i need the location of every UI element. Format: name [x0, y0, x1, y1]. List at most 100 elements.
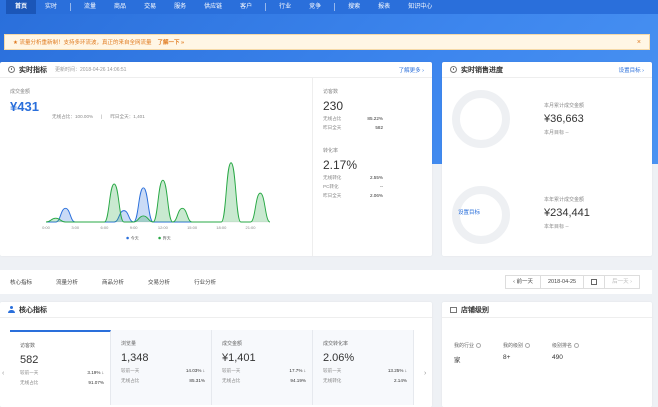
payment-mini-stats: 无线占比：100.00% | 昨日全天：1,401: [52, 114, 145, 120]
store-stats: 我的行业 家 我的级别 8+ 级别排名 490: [454, 342, 580, 364]
nav-item-competition[interactable]: 竞争: [300, 0, 330, 14]
help-icon[interactable]: [476, 343, 482, 349]
notice-bar: ★ 流量分析重新制！支持多环流波，真正的来自全网流量 了解一下 » ×: [4, 34, 650, 50]
year-progress: 本年累计成交金额 ¥234,441 本年目标 --: [544, 196, 590, 230]
scroll-right-icon[interactable]: ›: [424, 370, 426, 377]
set-target-button[interactable]: 设置目标: [458, 208, 480, 216]
nav-item-knowledge[interactable]: 知识中心: [399, 0, 441, 14]
yesterday-total: 昨日全天：1,401: [110, 114, 145, 119]
tab-traffic[interactable]: 流量分析: [56, 278, 78, 286]
realtime-title: 实时指标: [19, 66, 47, 74]
notice-text: ★ 流量分析重新制！支持多环流波，真正的来自全网流量: [13, 40, 152, 46]
next-day-button[interactable]: 后一天 ›: [605, 276, 639, 288]
notice-link[interactable]: 了解一下 »: [157, 38, 184, 46]
store-icon: [450, 306, 457, 313]
year-label: 本年累计成交金额: [544, 197, 585, 203]
set-target-link[interactable]: 设置目标 ›: [619, 66, 644, 74]
conversion-row: 昨日全天 2.06%: [323, 193, 383, 198]
sales-title: 实时销售进度: [461, 66, 503, 74]
nav-item-goods[interactable]: 商品: [105, 0, 135, 14]
close-icon[interactable]: ×: [637, 39, 641, 46]
store-level-card: 店铺级别 我的行业 家 我的级别 8+ 级别排名 490: [442, 302, 652, 407]
prev-day-button[interactable]: ‹ 前一天: [506, 276, 541, 288]
date-value[interactable]: 2018-04-25: [541, 276, 585, 288]
nav-item-search[interactable]: 搜索: [339, 0, 369, 14]
metric-row: 访客数 582 较前一天 3.19% ↓ 无线占比 91.07% 浏览量 1,348…: [10, 330, 414, 405]
date-picker: ‹ 前一天 2018-04-25 后一天 ›: [505, 275, 640, 289]
core-header: 核心指标: [0, 302, 432, 318]
visitors-row: 昨日全天 582: [323, 125, 383, 130]
legend-marker: [158, 236, 161, 240]
metric-payment[interactable]: 成交金额 ¥1,401 较前一天 17.7% ↓ 无线占比 94.19%: [212, 330, 313, 405]
sales-progress-card: 实时销售进度 设置目标 › 本月累计成交金额 ¥36,663 本月目标 -- 设…: [442, 62, 652, 256]
help-icon[interactable]: [574, 343, 580, 349]
tab-industry[interactable]: 行业分析: [194, 278, 216, 286]
payment-summary: 成交金额 ¥431: [10, 88, 39, 114]
tab-core[interactable]: 核心指标: [10, 278, 32, 286]
nav-item-realtime[interactable]: 实时: [36, 0, 66, 14]
nav-item-service[interactable]: 服务: [165, 0, 195, 14]
x-tick-label: 3:00: [71, 225, 80, 230]
learn-more-link[interactable]: 了解更多 ›: [399, 66, 424, 74]
series-area-1: [46, 162, 270, 222]
nav-item-traffic[interactable]: 流量: [75, 0, 105, 14]
conversion-label: 转化率: [323, 148, 339, 154]
metric-pageviews[interactable]: 浏览量 1,348 较前一天 14.03% ↓ 无线占比 85.31%: [111, 330, 212, 405]
nav-divider: [334, 3, 336, 11]
month-label: 本月累计成交金额: [544, 103, 585, 109]
mini-divider: |: [101, 114, 103, 119]
year-value: ¥234,441: [544, 207, 590, 219]
conversion-row: PC转化 --: [323, 184, 383, 189]
nav-divider: [265, 3, 267, 11]
realtime-side-stats: 访客数 230 无线占比 85.22% 昨日全天 582 转化率 2.17% 无线转…: [312, 78, 432, 256]
nav-item-home[interactable]: 首页: [6, 0, 37, 14]
store-header: 店铺级别: [442, 302, 652, 318]
visitors-row: 无线占比 85.22%: [323, 116, 383, 121]
scroll-left-icon[interactable]: ‹: [2, 370, 4, 377]
calendar-button[interactable]: [584, 276, 606, 288]
tab-trade[interactable]: 交易分析: [148, 278, 170, 286]
calendar-icon: [591, 278, 598, 285]
visitors-label: 访客数: [323, 89, 339, 95]
clock-icon: [8, 66, 15, 73]
legend-label: 昨天: [163, 235, 171, 241]
nav-divider: [70, 3, 72, 11]
payment-value: ¥431: [10, 99, 39, 114]
payment-label: 成交金额: [10, 89, 31, 95]
conversion-value: 2.17%: [323, 158, 358, 172]
x-tick-label: 9:00: [130, 225, 139, 230]
conversion-row: 无线转化 2.55%: [323, 175, 383, 180]
nav-item-supply[interactable]: 供应链: [195, 0, 231, 14]
realtime-card: 实时指标 更新时间：2018-04-26 14:06:51 了解更多 › 成交金…: [0, 62, 432, 256]
core-title: 核心指标: [19, 306, 47, 314]
help-icon[interactable]: [525, 343, 531, 349]
month-progress: 本月累计成交金额 ¥36,663 本月目标 --: [544, 102, 584, 136]
analysis-tabs: 核心指标 流量分析 商品分析 交易分析 行业分析 ‹ 前一天 2018-04-2…: [0, 270, 652, 294]
nav-item-trade[interactable]: 交易: [135, 0, 165, 14]
nav-item-customer[interactable]: 客户: [231, 0, 261, 14]
clock-icon: [450, 66, 457, 73]
year-target: 本年目标 --: [544, 224, 569, 230]
metric-visitors[interactable]: 访客数 582 较前一天 3.19% ↓ 无线占比 91.07%: [10, 330, 111, 405]
realtime-chart: 0:00 3:00 6:00 9:00 12:00 15:00 18:00 21:00 今天 昨天: [42, 162, 271, 241]
x-tick-label: 0:00: [42, 225, 51, 230]
core-metrics-card: 核心指标 ‹ › 访客数 582 较前一天 3.19% ↓ 无线占比 91.07% …: [0, 302, 432, 407]
store-title: 店铺级别: [461, 306, 489, 314]
nav-item-industry[interactable]: 行业: [270, 0, 300, 14]
people-icon: [8, 306, 15, 313]
store-level: 我的级别 8+: [503, 342, 531, 364]
x-tick-label: 21:00: [246, 225, 257, 230]
x-tick-label: 15:00: [187, 225, 198, 230]
store-industry: 我的行业 家: [454, 342, 482, 364]
visitors-value: 230: [323, 99, 344, 113]
month-value: ¥36,663: [544, 113, 584, 125]
tab-goods[interactable]: 商品分析: [102, 278, 124, 286]
wireless-share: 无线占比：100.00%: [52, 114, 94, 119]
legend-marker: [126, 236, 129, 240]
x-tick-label: 18:00: [216, 225, 227, 230]
nav-item-reports[interactable]: 报表: [369, 0, 399, 14]
update-time: 更新时间：2018-04-26 14:06:51: [55, 67, 127, 73]
legend-label: 今天: [131, 235, 139, 241]
metric-conversion[interactable]: 成交转化率 2.06% 较前一天 13.25% ↓ 无线转化 2.14%: [313, 330, 414, 405]
sales-header: 实时销售进度 设置目标 ›: [442, 62, 652, 78]
